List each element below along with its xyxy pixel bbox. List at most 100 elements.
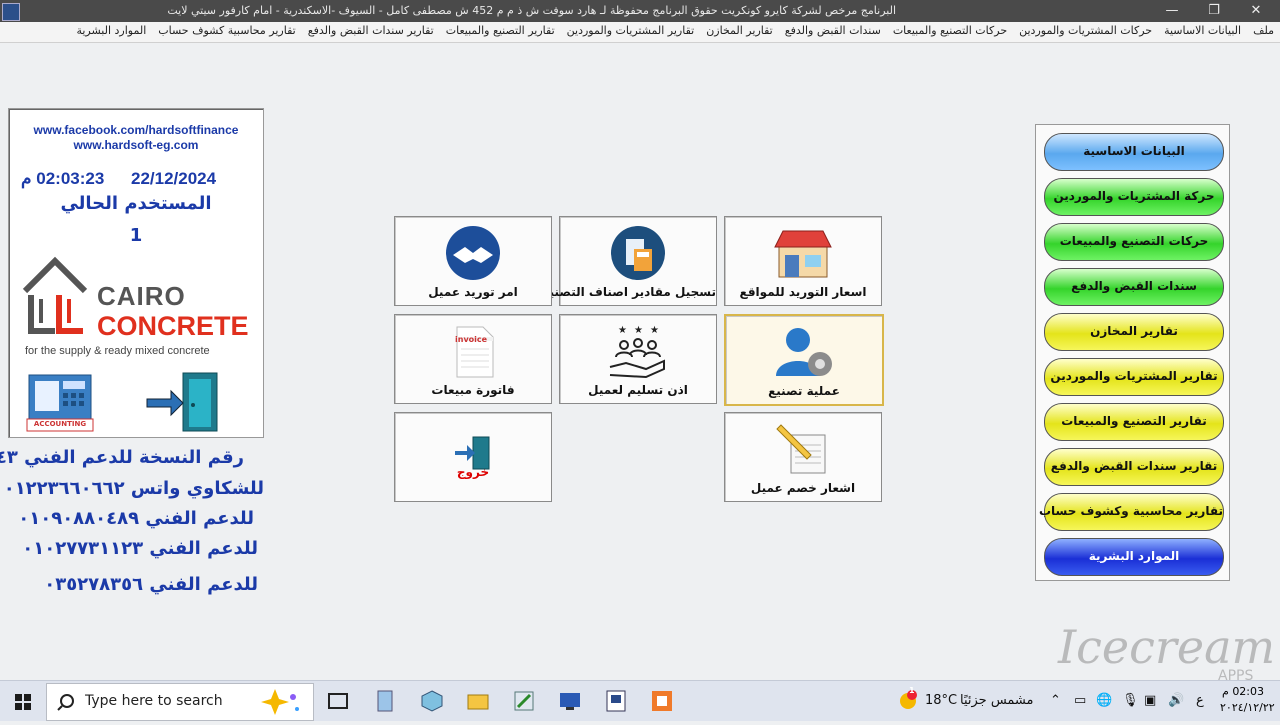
svg-text:★: ★ xyxy=(618,325,627,336)
taskbar: 1 18°C مشمس جزئيًا ⌃ ▭ 🌐 🎙 ▣ 🔊 ع 02:03 م… xyxy=(0,680,1280,721)
menu-hr[interactable]: الموارد البشرية xyxy=(76,24,146,37)
minimize-button[interactable]: — xyxy=(1162,1,1182,21)
tile-exit[interactable]: خروج xyxy=(394,412,552,502)
invoice-icon xyxy=(456,326,494,378)
tile-sales-invoice-label: فاتورة مبيعات xyxy=(431,383,515,397)
app-cube-icon[interactable] xyxy=(420,689,444,713)
tray-volume-icon[interactable]: 🔊 xyxy=(1168,681,1184,721)
store-icon xyxy=(774,230,832,278)
website-link[interactable]: www.hardsoft-eg.com xyxy=(9,138,263,152)
tile-customer-supply-order-label: امر توريد عميل xyxy=(428,285,518,299)
menu-manufacturing-reports[interactable]: تقارير التصنيع والمبيعات xyxy=(446,24,555,37)
tray-language[interactable]: ع xyxy=(1196,681,1204,721)
side-hr[interactable]: الموارد البشرية xyxy=(1044,538,1224,576)
side-purchases-suppliers[interactable]: حركة المشتريات والموردين xyxy=(1044,178,1224,216)
window-title: البرنامج مرخص لشركة كايرو كونكريت حقوق ا… xyxy=(167,4,896,17)
tile-manufacturing-op-label: عملية تصنيع xyxy=(768,384,840,398)
tools-app-icon[interactable] xyxy=(512,689,536,713)
tray-mic-icon[interactable]: 🎙 xyxy=(1122,681,1139,721)
menu-basic-data[interactable]: البيانات الاساسية xyxy=(1164,24,1241,37)
monitor-app-icon[interactable] xyxy=(558,689,582,713)
menu-purchases-suppliers[interactable]: حركات المشتريات والموردين xyxy=(1019,24,1152,37)
menu-manufacturing-sales[interactable]: حركات التصنيع والمبيعات xyxy=(893,24,1007,37)
tile-record-quantities[interactable]: تسجيل مقادير اصناف التصنيع xyxy=(541,216,717,306)
current-user-value: 1 xyxy=(129,225,143,246)
weather-icon[interactable] xyxy=(897,690,919,712)
weather-temp[interactable]: 18°C xyxy=(925,681,957,721)
tile-customer-supply-order[interactable]: امر توريد عميل xyxy=(394,216,552,306)
sparkle-icon xyxy=(261,689,299,715)
maximize-button[interactable]: ❐ xyxy=(1204,1,1224,21)
menu-purchase-reports[interactable]: تقارير المشتريات والموردين xyxy=(567,24,695,37)
menu-warehouse-reports[interactable]: تقارير المخازن xyxy=(706,24,773,37)
tray-clock-date[interactable]: ٢٠٢٤/١٢/٢٢ xyxy=(1220,701,1275,714)
exit-door-icon[interactable] xyxy=(143,369,218,432)
tile-customer-discount[interactable]: اشعار خصم عميل xyxy=(724,412,882,502)
notepad-app-icon[interactable] xyxy=(373,689,397,713)
customer-hand-icon: ★ ★ ★ xyxy=(609,325,665,379)
accounting-icon[interactable]: ACCOUNTING xyxy=(23,371,97,433)
side-basic-data[interactable]: البيانات الاساسية xyxy=(1044,133,1224,171)
tile-manufacturing-op[interactable]: عملية تصنيع xyxy=(724,314,884,406)
side-accounting-reports[interactable]: تقارير محاسبية وكشوف حساب xyxy=(1039,493,1224,531)
side-receipt-reports[interactable]: تقارير سندات القبض والدفع xyxy=(1044,448,1224,486)
side-manufacturing-reports[interactable]: تقارير التصنيع والمبيعات xyxy=(1044,403,1224,441)
logo-name-bottom: CONCRETE xyxy=(97,311,249,341)
svg-text:★: ★ xyxy=(634,325,643,336)
side-purchase-reports[interactable]: تقارير المشتريات والموردين xyxy=(1044,358,1224,396)
watermark-brand: Icecream xyxy=(1058,620,1276,674)
menu-receipt-reports[interactable]: تقارير سندات القبض والدفع xyxy=(308,24,434,37)
tray-clock-time[interactable]: 02:03 م xyxy=(1222,685,1264,698)
windows-icon xyxy=(15,694,31,710)
tile-customer-delivery[interactable]: ★ ★ ★ اذن تسليم لعميل xyxy=(559,314,717,404)
recorder-app-icon[interactable] xyxy=(650,689,674,713)
support-phone-2: للدعم الفني ٠١٠٢٧٧٣١١٢٣ xyxy=(22,538,258,559)
tile-supply-prices[interactable]: اسعار التوريد للمواقع xyxy=(724,216,882,306)
tray-chevron-icon[interactable]: ⌃ xyxy=(1050,681,1061,721)
start-button[interactable] xyxy=(0,681,46,721)
logo-tagline: for the supply & ready mixed concrete xyxy=(25,345,210,357)
current-date: 22/12/2024 xyxy=(131,169,217,188)
menu-bar: ملف البيانات الاساسية حركات المشتريات وا… xyxy=(0,22,1280,43)
menu-receipts-payments[interactable]: سندات القبض والدفع xyxy=(785,24,881,37)
weather-text[interactable]: مشمس جزئيًا xyxy=(960,681,1034,721)
taskbar-search[interactable] xyxy=(46,683,314,721)
logo-name-top: CAIRO xyxy=(97,281,186,311)
accounting-icon-label: ACCOUNTING xyxy=(33,420,87,428)
side-receipts-payments[interactable]: سندات القبض والدفع xyxy=(1044,268,1224,306)
facebook-link[interactable]: www.facebook.com/hardsoftfinance xyxy=(9,123,263,137)
handshake-icon xyxy=(446,226,500,280)
current-user-label: المستخدم الحالي xyxy=(60,193,212,214)
tray-device-icon[interactable]: ▣ xyxy=(1144,681,1156,721)
calculator-chart-icon xyxy=(611,226,665,280)
title-bar: البرنامج مرخص لشركة كايرو كونكريت حقوق ا… xyxy=(0,0,1280,22)
tray-network-icon[interactable]: 🌐 xyxy=(1096,681,1112,721)
tile-supply-prices-label: اسعار التوريد للمواقع xyxy=(739,285,867,299)
side-manufacturing-sales[interactable]: حركات التصنيع والمبيعات xyxy=(1044,223,1224,261)
tile-sales-invoice[interactable]: invoice فاتورة مبيعات xyxy=(394,314,552,404)
logo-mark-icon xyxy=(22,256,88,334)
app-icon[interactable] xyxy=(2,3,20,21)
support-phone-3: للدعم الفني ٠٣٥٢٧٨٣٥٦ xyxy=(44,574,258,595)
tile-customer-delivery-label: اذن تسليم لعميل xyxy=(588,383,688,397)
info-panel: www.facebook.com/hardsoftfinance www.har… xyxy=(8,108,264,438)
task-view-icon[interactable] xyxy=(326,689,350,713)
close-button[interactable]: ✕ xyxy=(1246,1,1266,21)
current-time: 02:03:23 م xyxy=(21,169,105,188)
tile-customer-discount-label: اشعار خصم عميل xyxy=(750,481,856,495)
support-phone-1: للدعم الفني ٠١٠٩٠٨٨٠٤٨٩ xyxy=(18,508,254,529)
file-explorer-icon[interactable] xyxy=(466,689,490,713)
weather-alert-badge: 1 xyxy=(909,686,915,695)
search-input[interactable] xyxy=(83,692,237,710)
side-warehouse-reports[interactable]: تقارير المخازن xyxy=(1044,313,1224,351)
tray-battery-icon[interactable]: ▭ xyxy=(1074,681,1086,721)
support-version: رقم النسخة للدعم الفني ٥٤٣ xyxy=(0,447,244,468)
tile-record-quantities-label: تسجيل مقادير اصناف التصنيع xyxy=(541,285,716,299)
hardsoft-app-icon[interactable] xyxy=(604,689,628,713)
menu-accounting-reports[interactable]: تقارير محاسبية كشوف حساب xyxy=(158,24,295,37)
menu-file[interactable]: ملف xyxy=(1253,24,1274,37)
search-icon xyxy=(57,694,74,711)
svg-text:★: ★ xyxy=(650,325,659,336)
user-gear-icon xyxy=(776,328,832,376)
tile-exit-label: خروج xyxy=(456,465,490,479)
